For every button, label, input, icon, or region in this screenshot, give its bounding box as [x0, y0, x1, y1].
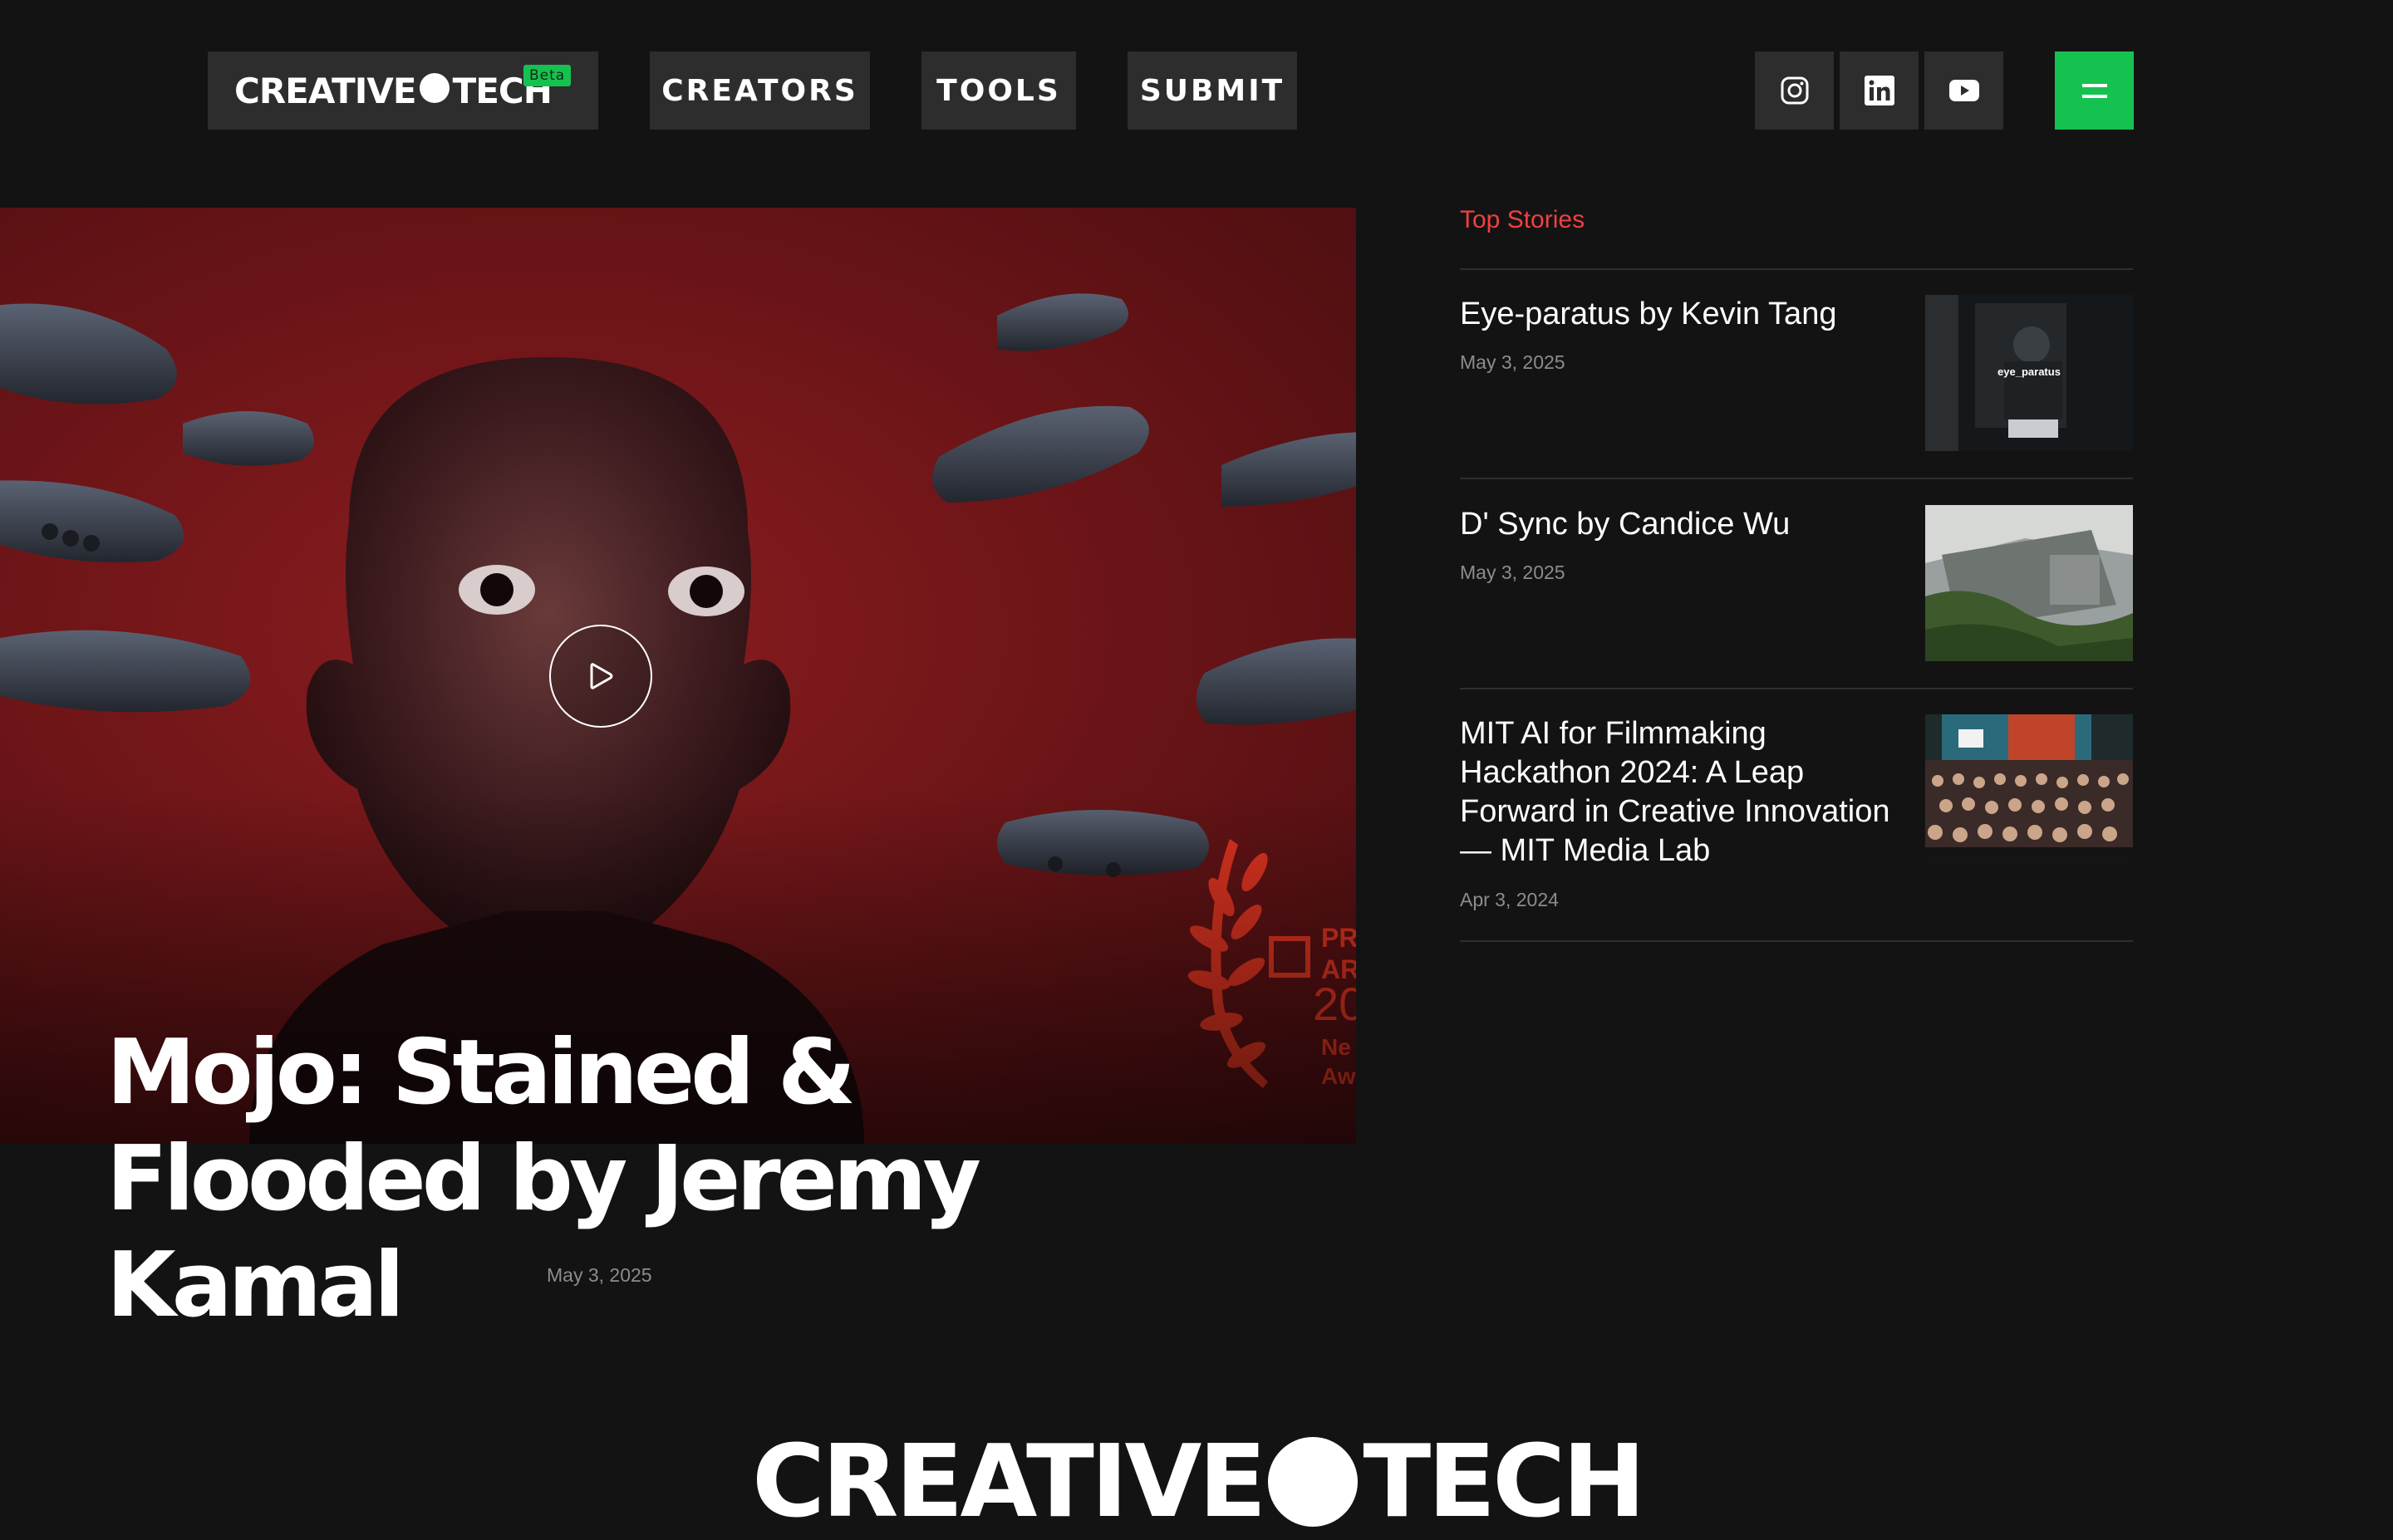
story-date: Apr 3, 2024 — [1460, 889, 1559, 910]
hero-image[interactable]: PR AR 20 Ne Aw — [0, 208, 1356, 1144]
story-divider — [1460, 688, 2133, 689]
play-video-button[interactable] — [549, 625, 652, 728]
footer-logo-text-right: TECH — [1363, 1425, 1645, 1540]
hamburger-menu-icon-line-1 — [2081, 83, 2107, 87]
story-title[interactable]: Eye-paratus by Kevin Tang — [1460, 295, 1892, 334]
hamburger-menu-icon-line-2 — [2081, 94, 2107, 98]
story-title[interactable]: MIT AI for Filmmaking Hackathon 2024: A … — [1460, 714, 1892, 871]
site-header: CREATIVE TECH Beta CREATORS TOOLS SUBMIT — [0, 0, 2393, 183]
hero-illustration: PR AR 20 Ne Aw — [0, 293, 1356, 1144]
youtube-icon — [1948, 80, 1979, 101]
story-thumbnail[interactable]: eye_paratus — [1925, 295, 2133, 451]
footer-logo-dot — [1268, 1437, 1359, 1528]
linkedin-button[interactable] — [1840, 51, 1919, 130]
nav-tools-button[interactable]: TOOLS — [921, 51, 1076, 130]
story-divider — [1460, 478, 2133, 479]
play-icon — [590, 663, 613, 689]
story-date: May 3, 2025 — [1460, 351, 1565, 373]
thumb-caption: eye_paratus — [1997, 365, 2061, 378]
nav-submit-button[interactable]: SUBMIT — [1128, 51, 1297, 130]
story-title[interactable]: D' Sync by Candice Wu — [1460, 505, 1892, 544]
story-date: May 3, 2025 — [1460, 562, 1565, 583]
story-thumbnail[interactable] — [1925, 505, 2133, 661]
top-stories-heading: Top Stories — [1460, 206, 1585, 233]
youtube-button[interactable] — [1924, 51, 2003, 130]
hero-title[interactable]: Mojo: Stained & Flooded by Jeremy Kamal — [106, 1020, 1187, 1339]
site-logo[interactable]: CREATIVE TECH Beta — [208, 51, 598, 130]
linkedin-icon — [1864, 76, 1894, 105]
nav-creators-button[interactable]: CREATORS — [650, 51, 870, 130]
instagram-icon — [1781, 76, 1808, 105]
story-thumbnail[interactable] — [1925, 714, 2133, 871]
menu-button[interactable] — [2055, 51, 2134, 130]
beta-badge: Beta — [523, 65, 572, 86]
footer-logo-text-left: CREATIVE — [752, 1425, 1266, 1540]
story-divider — [1460, 940, 2133, 942]
story-divider — [1460, 268, 2133, 270]
logo-text-left: CREATIVE — [234, 70, 417, 111]
instagram-button[interactable] — [1755, 51, 1834, 130]
logo-dot — [419, 73, 450, 103]
hero-date: May 3, 2025 — [547, 1264, 652, 1286]
footer-logo[interactable]: CREATIVE TECH — [752, 1433, 1646, 1533]
